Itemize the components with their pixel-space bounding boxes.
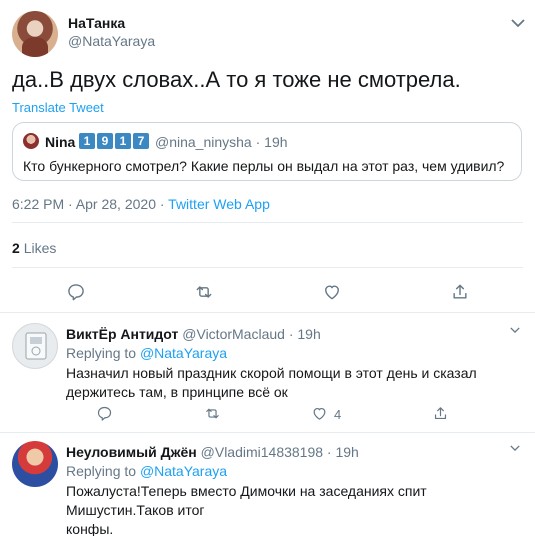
divider bbox=[12, 222, 523, 223]
chevron-down-icon[interactable] bbox=[508, 13, 528, 33]
badge-digit: 7 bbox=[133, 133, 149, 149]
like-icon[interactable] bbox=[322, 282, 342, 302]
quoted-avatar bbox=[23, 133, 39, 149]
tweet-meta: 6:22 PM · Apr 28, 2020 · Twitter Web App bbox=[12, 196, 270, 212]
badge-digit: 1 bbox=[115, 133, 131, 149]
reply-icon[interactable] bbox=[96, 405, 113, 422]
chevron-down-icon[interactable] bbox=[508, 323, 522, 337]
likes-summary[interactable]: 2 Likes bbox=[12, 240, 56, 256]
tweet-source[interactable]: Twitter Web App bbox=[168, 196, 270, 212]
author-handle[interactable]: @NataYaraya bbox=[68, 33, 155, 49]
reply-author: ВиктЁр Антидот @VictorMaclaud · 19h bbox=[66, 326, 321, 342]
retweet-icon[interactable] bbox=[194, 282, 214, 302]
badge-digit: 9 bbox=[97, 133, 113, 149]
translate-tweet-link[interactable]: Translate Tweet bbox=[12, 100, 104, 115]
replying-prefix: Replying to bbox=[66, 463, 140, 479]
reply-avatar[interactable] bbox=[12, 323, 58, 369]
replying-to: Replying to @NataYaraya bbox=[66, 463, 227, 479]
replying-prefix: Replying to bbox=[66, 345, 140, 361]
tweet-text: да..В двух словах..А то я тоже не смотре… bbox=[12, 67, 461, 92]
reply-author-name[interactable]: ВиктЁр Антидот bbox=[66, 326, 178, 342]
reply-text: Пожалуста!Теперь вместо Димочки на засед… bbox=[66, 483, 427, 536]
chevron-down-icon[interactable] bbox=[508, 441, 522, 455]
retweet-icon[interactable] bbox=[204, 405, 221, 422]
reply-avatar[interactable] bbox=[12, 441, 58, 487]
quoted-handle-time: @nina_ninysha · 19h bbox=[155, 134, 288, 150]
tweet-timestamp[interactable]: 6:22 PM · Apr 28, 2020 · bbox=[12, 196, 168, 212]
reply-author-name[interactable]: Неуловимый Джён bbox=[66, 444, 197, 460]
author-avatar[interactable] bbox=[12, 11, 58, 57]
reply-handle-time: @Vladimi14838198 · 19h bbox=[200, 444, 359, 460]
author-name[interactable]: НаТанка bbox=[68, 15, 125, 31]
divider bbox=[0, 432, 535, 433]
share-icon[interactable] bbox=[450, 282, 470, 302]
like-icon[interactable] bbox=[311, 405, 328, 422]
likes-count: 2 bbox=[12, 240, 20, 256]
reply-handle-time: @VictorMaclaud · 19h bbox=[182, 326, 321, 342]
replying-mention[interactable]: @NataYaraya bbox=[140, 463, 227, 479]
replying-to: Replying to @NataYaraya bbox=[66, 345, 227, 361]
replying-mention[interactable]: @NataYaraya bbox=[140, 345, 227, 361]
likes-label: Likes bbox=[23, 240, 57, 256]
badge-digit: 1 bbox=[79, 133, 95, 149]
quoted-name-badges: 1 9 1 7 bbox=[79, 133, 149, 149]
divider bbox=[12, 267, 523, 268]
quoted-author-name: Nina bbox=[45, 134, 76, 150]
like-count: 4 bbox=[334, 407, 342, 422]
quoted-text: Кто бункерного смотрел? Какие перлы он в… bbox=[23, 158, 505, 174]
divider bbox=[0, 312, 535, 313]
reply-icon[interactable] bbox=[66, 282, 86, 302]
share-icon[interactable] bbox=[432, 405, 449, 422]
reply-author: Неуловимый Джён @Vladimi14838198 · 19h bbox=[66, 444, 359, 460]
reply-text: Назначил новый праздник скорой помощи в … bbox=[66, 365, 477, 400]
quoted-tweet[interactable]: Nina 1 9 1 7 @nina_ninysha · 19h Кто бун… bbox=[12, 122, 522, 181]
